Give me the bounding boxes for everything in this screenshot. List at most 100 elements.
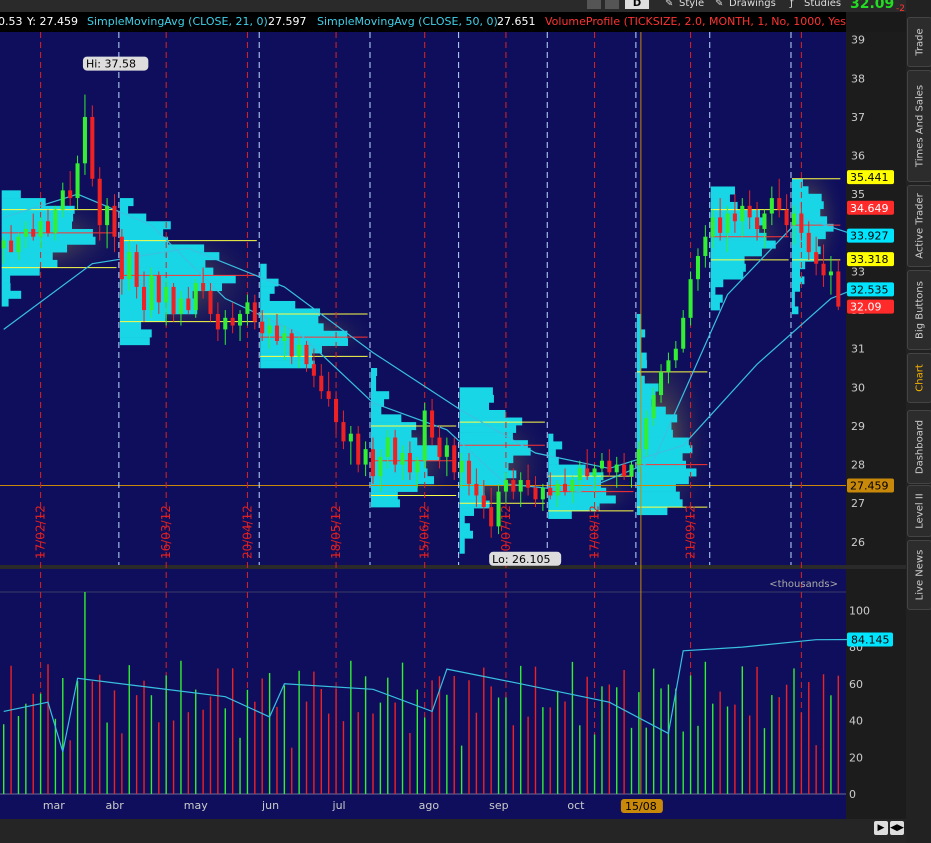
candle-body [75, 163, 80, 199]
candle-body [97, 178, 102, 226]
candle-body [252, 302, 257, 322]
volume-profile-bar [119, 321, 142, 330]
tab-active-trader[interactable]: Active Trader [907, 185, 931, 267]
candle-body [223, 317, 228, 330]
volume-profile-bar [260, 286, 275, 294]
studies-menu[interactable]: Studies [804, 0, 841, 9]
volume-profile-bar [710, 271, 744, 280]
low-annotation-label: Lo: 26.105 [492, 553, 550, 566]
candle-body [393, 437, 398, 465]
candle-body [156, 275, 161, 303]
price-badge-value: 34.649 [850, 202, 889, 215]
candle-body [385, 437, 390, 457]
volume-profile-bar [710, 302, 720, 311]
candle-body [134, 252, 139, 287]
price-tick-label: 31 [851, 343, 865, 356]
expiration-date-label: 21/09/12 [684, 505, 698, 559]
study-legend-bar: 0.53 Y: 27.459 SimpleMovingAvg (CLOSE, 2… [0, 12, 846, 32]
candle-body [548, 487, 553, 496]
candle-body [466, 460, 472, 484]
tab-trade[interactable]: Trade [907, 17, 931, 67]
price-tick-label: 30 [851, 381, 865, 394]
price-badge-value: 33.927 [850, 230, 889, 243]
price-chart-canvas[interactable]: 393837363534333231302928272617/02/1216/0… [0, 32, 906, 819]
candle-body [489, 507, 494, 527]
candle-body [644, 418, 649, 450]
candle-body [703, 236, 708, 257]
candle-body [614, 464, 619, 473]
volume-profile-bar [791, 193, 822, 202]
volume-profile-bar [791, 306, 799, 315]
candle-body [53, 209, 58, 233]
crosshair-tool-icon[interactable] [587, 0, 601, 9]
volume-profile-bar [1, 259, 58, 268]
candle-body [732, 213, 737, 222]
candle-body [784, 209, 789, 226]
candle-body [68, 190, 73, 199]
volume-profile-bar [370, 368, 378, 377]
candle-body [636, 449, 641, 465]
tab-live-news[interactable]: Live News [907, 540, 931, 610]
tab-dashboard[interactable]: Dashboard [907, 410, 931, 484]
sma50-study-label[interactable]: SimpleMovingAvg (CLOSE, 50, 0) [317, 15, 498, 28]
candle-body [599, 460, 604, 469]
month-tick-label: abr [105, 799, 124, 812]
candle-body [444, 445, 449, 457]
tab-chart[interactable]: Chart [907, 353, 931, 403]
volume-profile-bar [459, 493, 485, 501]
candle-body [16, 236, 21, 253]
candle-body [695, 256, 701, 280]
candle-body [673, 348, 678, 361]
style-menu[interactable]: Style [679, 0, 704, 9]
candle-body [260, 321, 265, 334]
volume-profile-bar [1, 252, 53, 261]
pencil-tool-icon[interactable] [605, 0, 619, 9]
candle-body [193, 283, 198, 311]
volume-profile-bar [459, 538, 465, 547]
scroll-right-icon[interactable]: ▶ [874, 821, 888, 835]
aggregation-d-button[interactable]: D [625, 0, 649, 9]
price-tick-label: 29 [851, 420, 865, 433]
tab-live-news-label: Live News [914, 549, 925, 601]
candle-body [311, 364, 316, 376]
tab-dashboard-label: Dashboard [914, 419, 925, 475]
zoom-fit-icon[interactable]: ◀▶ [890, 821, 904, 835]
chart-application: D ✎ Style ✎ Drawings ƒ Studies 32.09 -2.… [0, 0, 931, 843]
volume-profile-bar [710, 279, 724, 288]
volume-profile-bar [636, 452, 683, 462]
candle-body [60, 190, 65, 210]
volume-profile-bar [260, 300, 296, 309]
volume-profile-bar [459, 394, 494, 403]
candle-body [821, 263, 826, 276]
candle-body [171, 286, 176, 314]
candle-body [814, 252, 819, 264]
candle-body [356, 433, 361, 465]
price-tick-label: 33 [851, 265, 865, 278]
volume-profile-bar [791, 261, 806, 270]
cursor-y-value: Y: 27.459 [27, 15, 78, 28]
volume-profile-study-label[interactable]: VolumeProfile (TICKSIZE, 2.0, MONTH, 1, … [545, 15, 846, 28]
horizontal-scrollbar[interactable]: ▶ ◀▶ [0, 819, 906, 843]
candle-body [267, 325, 272, 334]
candle-body [31, 228, 36, 237]
candle-body [511, 480, 516, 492]
sma21-study-label[interactable]: SimpleMovingAvg (CLOSE, 21, 0) [87, 15, 268, 28]
tab-times-and-sales[interactable]: Times And Sales [907, 70, 931, 182]
sma50-value: 27.651 [497, 15, 536, 28]
volume-profile-bar [459, 432, 513, 441]
price-badge-value: 33.318 [850, 253, 889, 266]
volume-profile-bar [459, 417, 523, 426]
tab-big-buttons[interactable]: Big Buttons [907, 270, 931, 350]
price-badge-value: 35.441 [850, 171, 889, 184]
volume-profile-bar [1, 283, 11, 292]
candle-body [119, 236, 124, 280]
volume-profile-bar [459, 387, 493, 396]
tab-level-ii[interactable]: Level II [907, 485, 931, 537]
candle-body [718, 217, 723, 233]
drawings-menu[interactable]: Drawings [729, 0, 776, 9]
price-tick-label: 27 [851, 497, 865, 510]
price-chart[interactable]: 393837363534333231302928272617/02/1216/0… [0, 32, 906, 843]
volume-profile-bar [636, 422, 672, 431]
candle-body [474, 483, 479, 496]
price-badge-value: 27.459 [850, 479, 889, 492]
